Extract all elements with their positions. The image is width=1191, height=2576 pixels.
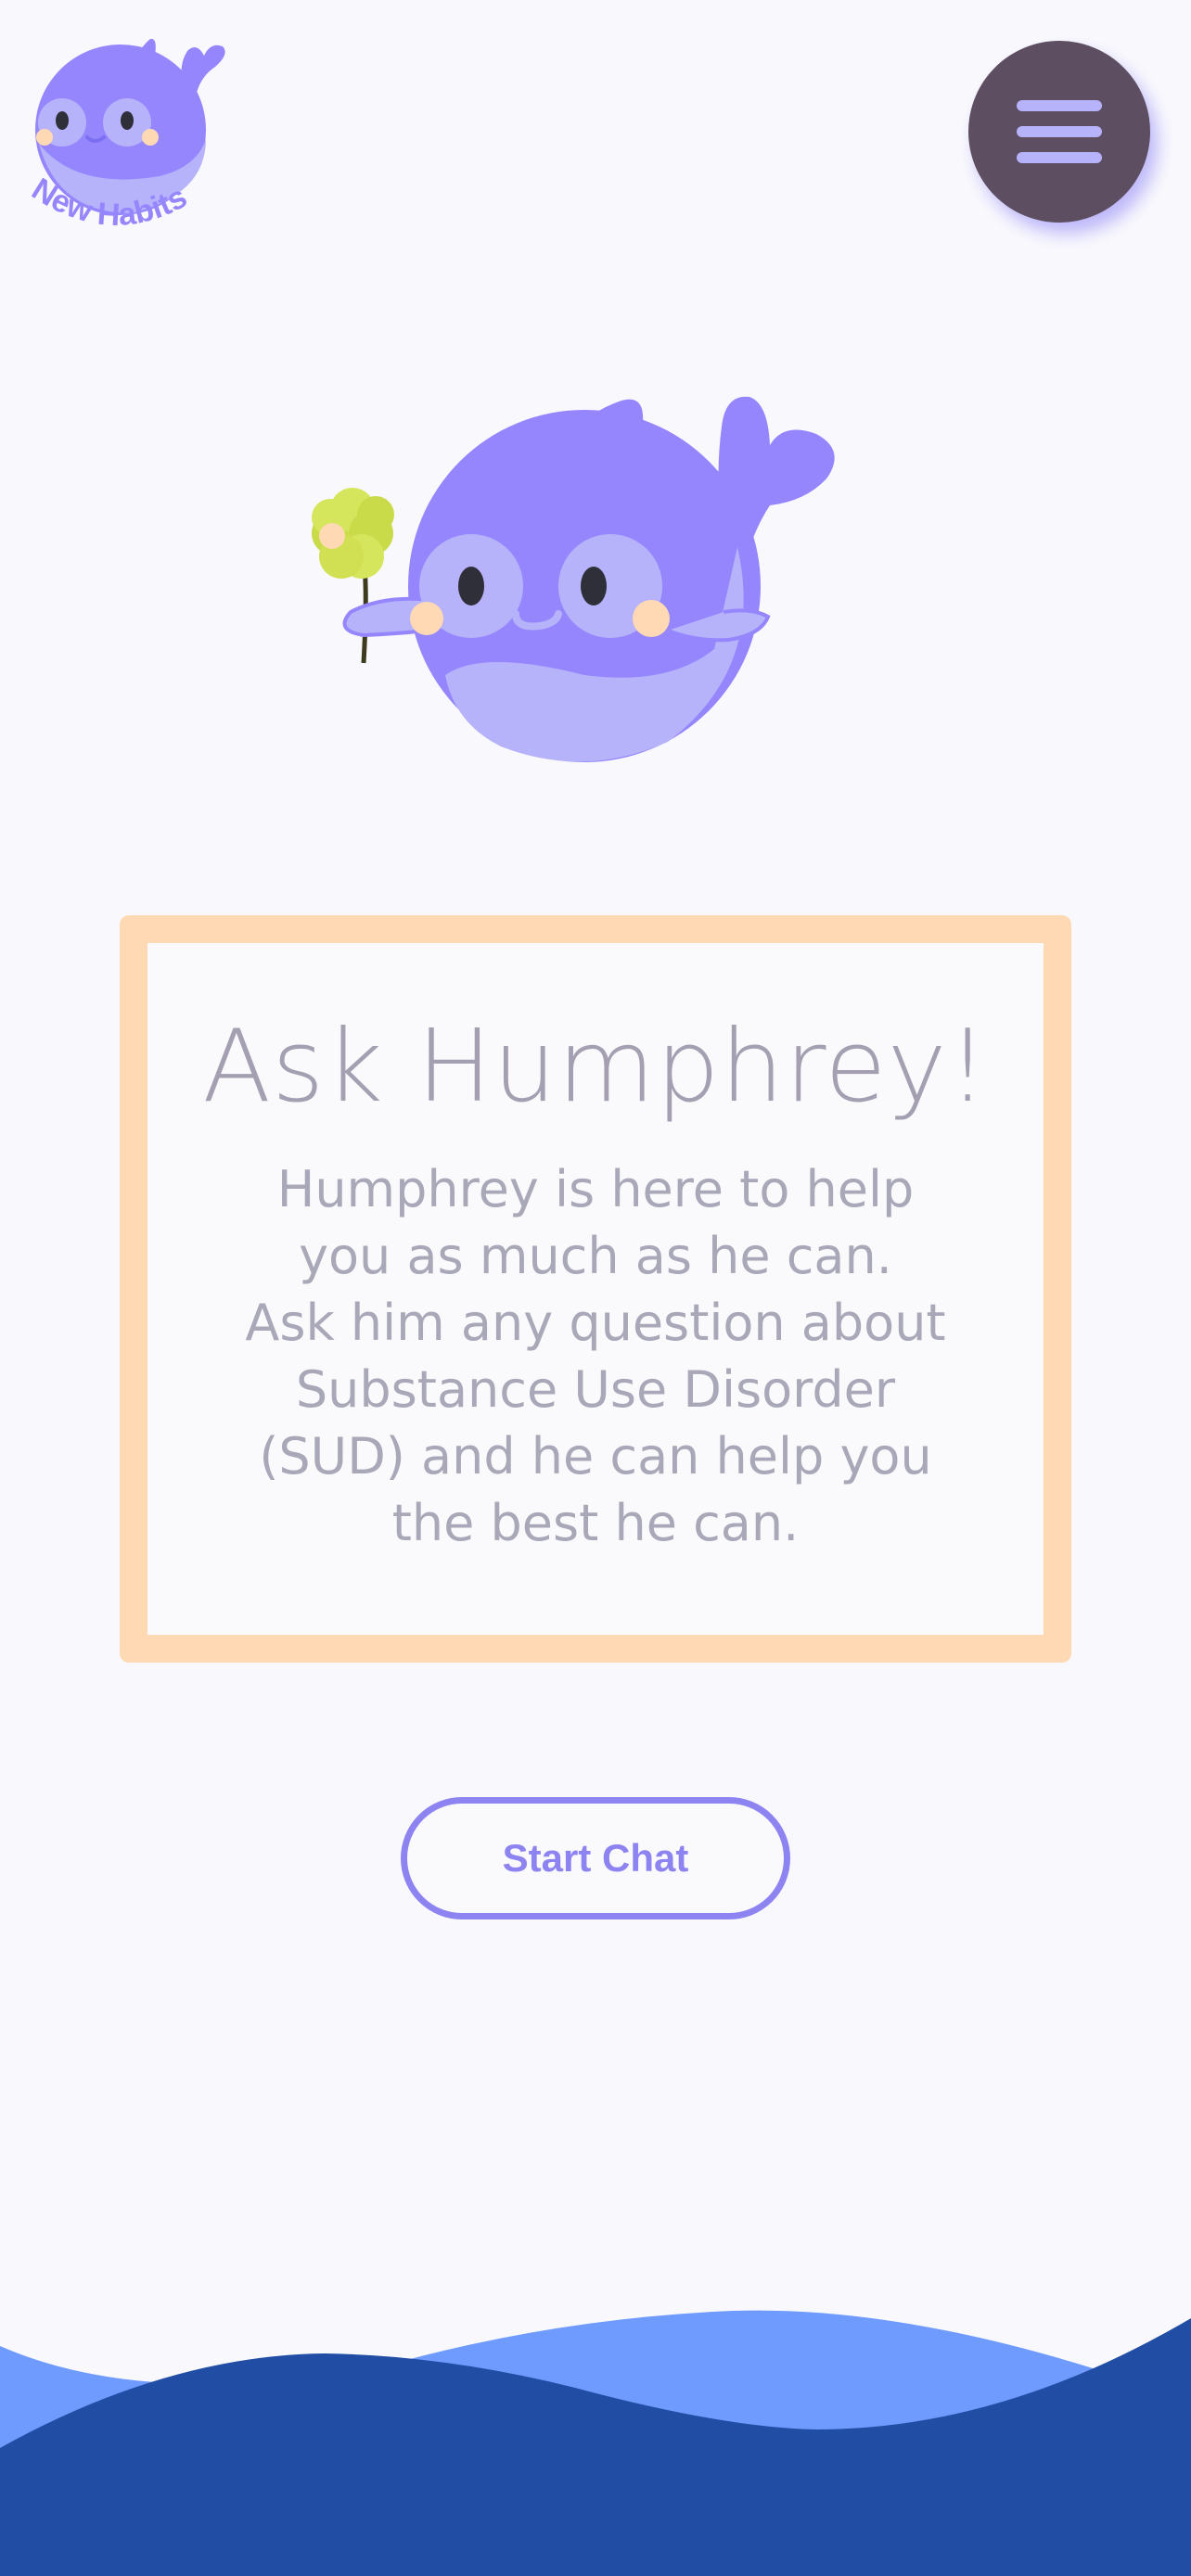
- app-logo[interactable]: New Habits: [20, 28, 243, 250]
- menu-button[interactable]: [968, 41, 1150, 223]
- hamburger-menu-icon: [1017, 100, 1102, 163]
- card-title: Ask Humphrey!: [202, 1009, 989, 1125]
- whale-holding-flower-icon: [312, 396, 835, 762]
- mascot-illustration: [278, 380, 853, 770]
- card-description: Humphrey is here to help you as much as …: [245, 1160, 946, 1552]
- ask-humphrey-card: Ask Humphrey! Humphrey is here to help y…: [120, 915, 1071, 1663]
- waves-decoration: [0, 2310, 1191, 2576]
- whale-logo-icon: New Habits: [26, 38, 225, 233]
- start-chat-button[interactable]: Start Chat: [401, 1797, 790, 1919]
